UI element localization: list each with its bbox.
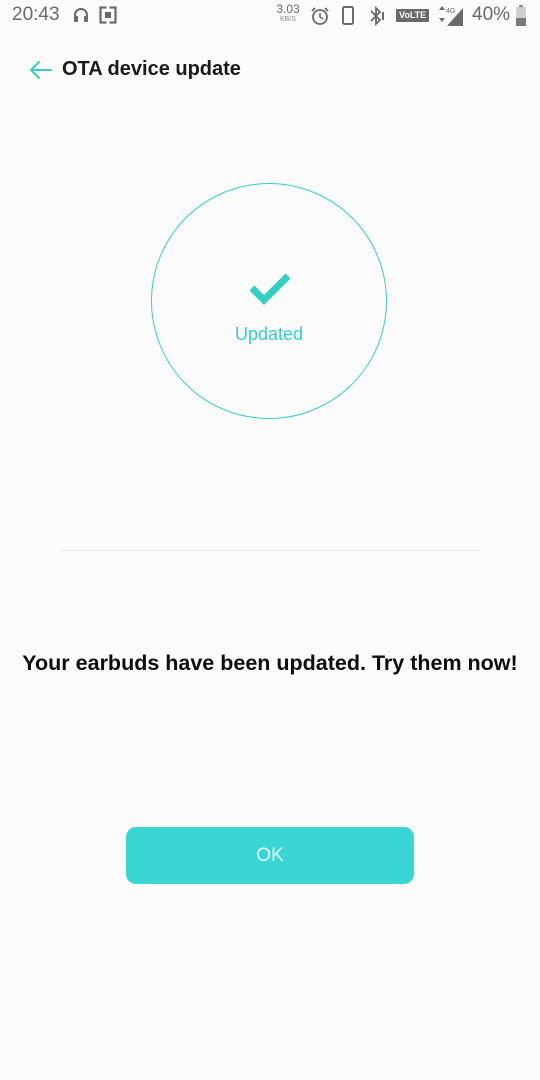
update-status-ring: Updated xyxy=(151,183,387,419)
network-speed-unit: KB/S xyxy=(280,16,296,23)
volte-badge: VoLTE xyxy=(396,9,430,22)
update-status-label: Updated xyxy=(234,324,304,344)
status-bar: 20:43 3.03 KB/S VoLTE 4G 40% xyxy=(0,0,540,32)
network-speed: 3.03 KB/S xyxy=(274,3,302,23)
back-button[interactable] xyxy=(28,58,56,82)
page-title: OTA device update xyxy=(62,58,241,80)
screenshot-icon xyxy=(99,6,117,29)
bluetooth-icon xyxy=(368,5,386,31)
svg-text:4G: 4G xyxy=(446,8,455,15)
status-time: 20:43 xyxy=(12,4,60,25)
battery-icon xyxy=(515,5,527,32)
vibrate-icon xyxy=(341,6,355,31)
app-header: OTA device update xyxy=(0,48,540,92)
ok-button[interactable]: OK xyxy=(126,827,414,884)
update-message: Your earbuds have been updated. Try them… xyxy=(22,651,518,675)
ota-update-screen: 20:43 3.03 KB/S VoLTE 4G 40% OTA device … xyxy=(0,0,540,1080)
signal-icon: 4G xyxy=(437,4,465,33)
back-arrow-icon xyxy=(30,61,52,79)
battery-percent: 40% xyxy=(472,4,511,25)
headphones-icon xyxy=(72,6,90,29)
divider xyxy=(60,550,480,551)
alarm-icon xyxy=(310,6,330,31)
network-speed-value: 3.03 xyxy=(276,2,300,16)
checkmark-icon xyxy=(249,273,291,305)
